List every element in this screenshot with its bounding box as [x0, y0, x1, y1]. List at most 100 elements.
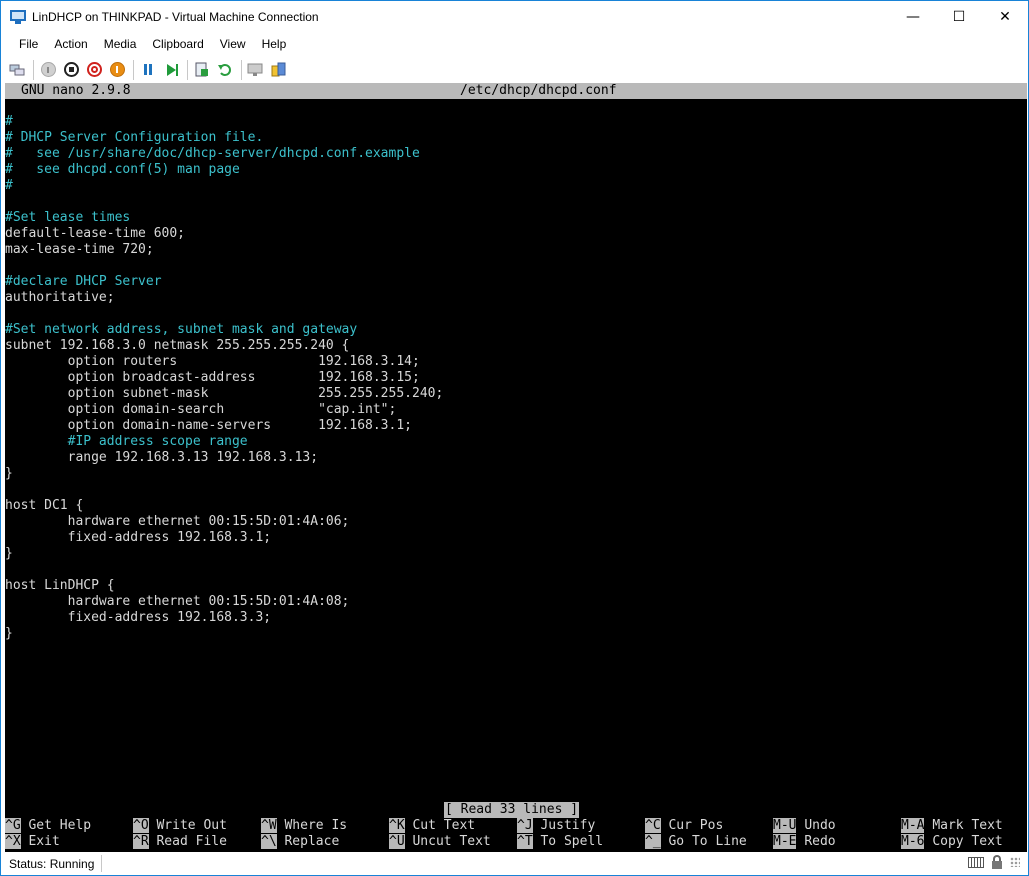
status-bar: Status: Running [1, 852, 1028, 875]
code-line: authoritative; [5, 290, 115, 305]
shortcut-key: ^X [5, 834, 21, 849]
minimize-button[interactable]: — [890, 1, 936, 33]
file-content[interactable]: # # DHCP Server Configuration file. # see … [5, 114, 1027, 642]
toolbar-separator [133, 59, 134, 80]
shortcut-label: Redo [804, 834, 836, 849]
checkpoint-icon[interactable] [193, 61, 211, 79]
comment-line: # see /usr/share/doc/dhcp-server/dhcpd.c… [5, 146, 420, 161]
nano-shortcut-bar: ^G Get Help ^O Write Out ^W Where Is ^K Cut… [5, 818, 1027, 850]
comment-line: #IP address scope range [5, 434, 248, 449]
shortcut-redo: M-E Redo [773, 834, 836, 850]
resume-icon[interactable] [162, 61, 180, 79]
vm-connection-icon [10, 10, 26, 24]
shortcut-to-spell: ^T To Spell [517, 834, 603, 850]
code-line: fixed-address 192.168.3.3; [5, 610, 272, 625]
window-controls: — ☐ ✕ [890, 1, 1028, 33]
shortcut-read-file: ^R Read File [133, 834, 227, 850]
shortcut-key: ^_ [645, 834, 661, 849]
shortcut-label: Exit [28, 834, 60, 849]
menu-help[interactable]: Help [254, 33, 295, 55]
comment-line: #Set lease times [5, 210, 131, 225]
shortcut-label: Read File [156, 834, 227, 849]
resize-grip-icon[interactable] [1010, 857, 1020, 867]
shortcut-where-is: ^W Where Is [261, 818, 347, 834]
code-line: max-lease-time 720; [5, 242, 154, 257]
shortcut-key: M-E [773, 834, 797, 849]
shortcut-key: M-U [773, 818, 797, 833]
shortcut-key: ^G [5, 818, 21, 833]
code-line: subnet 192.168.3.0 netmask 255.255.255.2… [5, 338, 350, 353]
toolbar [1, 56, 1028, 83]
pause-icon[interactable] [139, 61, 157, 79]
comment-line: #declare DHCP Server [5, 274, 162, 289]
code-line: fixed-address 192.168.3.1; [5, 530, 272, 545]
nano-filename: /etc/dhcp/dhcpd.conf [460, 83, 617, 98]
nano-title-bar: GNU nano 2.9.8 /etc/dhcp/dhcpd.conf [5, 83, 1027, 99]
code-line: hardware ethernet 00:15:5D:01:4A:06; [5, 514, 350, 529]
shortcut-key: M-6 [901, 834, 925, 849]
window-title: LinDHCP on THINKPAD - Virtual Machine Co… [32, 10, 319, 24]
code-line: option broadcast-address 192.168.3.15; [5, 370, 420, 385]
save-icon[interactable] [108, 61, 126, 79]
shortcut-label: To Spell [540, 834, 604, 849]
shortcut-key: ^R [133, 834, 149, 849]
menu-clipboard[interactable]: Clipboard [144, 33, 211, 55]
menu-file[interactable]: File [11, 33, 46, 55]
shortcut-label: Copy Text [932, 834, 1003, 849]
shortcut-cur-pos: ^C Cur Pos [645, 818, 723, 834]
shortcut-label: Mark Text [932, 818, 1003, 833]
vm-screen[interactable]: GNU nano 2.9.8 /etc/dhcp/dhcpd.conf # # D… [5, 83, 1027, 852]
turn-off-icon[interactable] [62, 61, 80, 79]
shortcut-replace: ^\ Replace [261, 834, 339, 850]
start-icon[interactable] [39, 61, 57, 79]
shortcut-key: ^\ [261, 834, 277, 849]
vm-connection-window: LinDHCP on THINKPAD - Virtual Machine Co… [0, 0, 1029, 876]
code-line: option domain-search "cap.int"; [5, 402, 397, 417]
toolbar-separator [241, 59, 242, 80]
toolbar-separator [33, 59, 34, 80]
ctrl-alt-del-icon[interactable] [8, 61, 26, 79]
menu-bar: File Action Media Clipboard View Help [1, 33, 1028, 55]
shortcut-label: Cur Pos [668, 818, 724, 833]
shortcut-key: ^K [389, 818, 405, 833]
lock-icon [992, 855, 1002, 869]
code-line: } [5, 546, 13, 561]
shortcut-exit: ^X Exit [5, 834, 60, 850]
shortcut-key: ^J [517, 818, 533, 833]
comment-line: # see dhcpd.conf(5) man page [5, 162, 240, 177]
comment-line: # DHCP Server Configuration file. [5, 130, 264, 145]
shortcut-key: ^O [133, 818, 149, 833]
menu-media[interactable]: Media [96, 33, 145, 55]
shortcut-key: ^T [517, 834, 533, 849]
code-line: option routers 192.168.3.14; [5, 354, 420, 369]
shortcut-label: Replace [284, 834, 340, 849]
menu-action[interactable]: Action [46, 33, 95, 55]
comment-line: # [5, 178, 13, 193]
nano-status-message: [ Read 33 lines ] [444, 802, 580, 818]
code-line: } [5, 626, 13, 641]
maximize-button[interactable]: ☐ [936, 1, 982, 33]
shortcut-copy-text: M-6 Copy Text [901, 834, 1003, 850]
code-line: } [5, 466, 13, 481]
shortcut-label: Justify [540, 818, 596, 833]
title-bar[interactable]: LinDHCP on THINKPAD - Virtual Machine Co… [1, 1, 1028, 33]
enhanced-session-icon[interactable] [247, 61, 265, 79]
shortcut-key: M-A [901, 818, 925, 833]
revert-icon[interactable] [216, 61, 234, 79]
toolbar-separator [187, 59, 188, 80]
shortcut-key: ^U [389, 834, 405, 849]
comment-line: # [5, 114, 13, 129]
code-line: range 192.168.3.13 192.168.3.13; [5, 450, 319, 465]
code-line: host LinDHCP { [5, 578, 115, 593]
shortcut-uncut-text: ^U Uncut Text [389, 834, 491, 850]
share-icon[interactable] [270, 61, 288, 79]
close-button[interactable]: ✕ [982, 1, 1028, 33]
menu-view[interactable]: View [212, 33, 254, 55]
code-line: default-lease-time 600; [5, 226, 186, 241]
shutdown-icon[interactable] [85, 61, 103, 79]
code-line: option subnet-mask 255.255.255.240; [5, 386, 444, 401]
shortcut-undo: M-U Undo [773, 818, 836, 834]
